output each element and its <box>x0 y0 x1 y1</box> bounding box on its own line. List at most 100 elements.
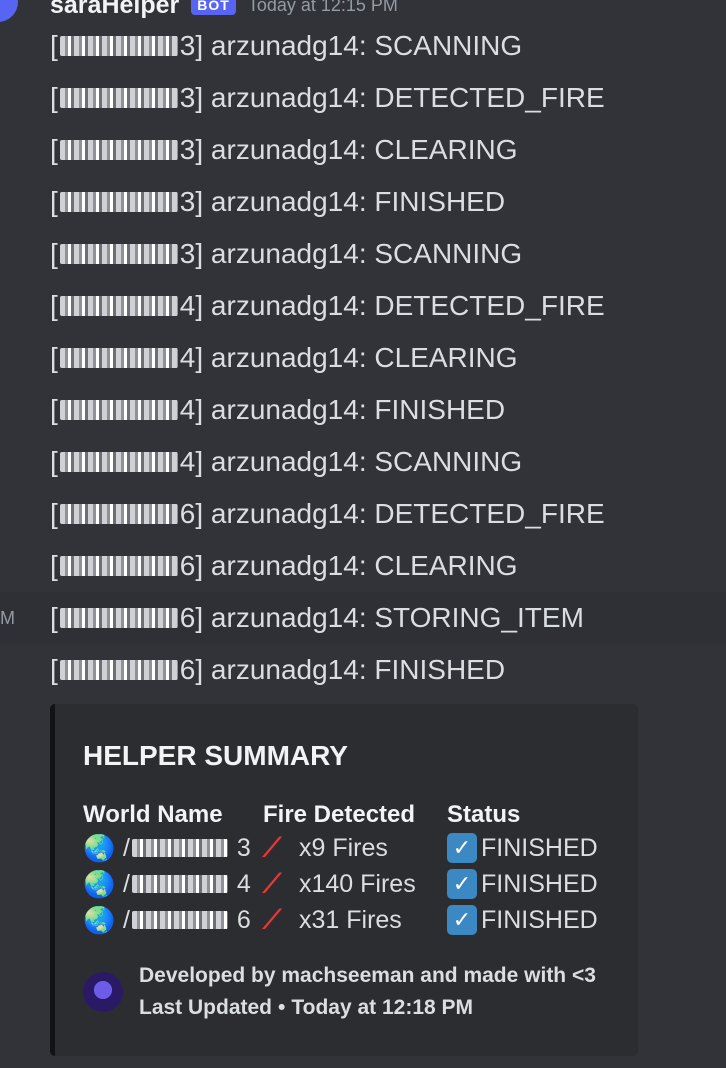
line-suffix: 6] <box>179 550 204 581</box>
footer-updated-time: Today at 12:18 PM <box>291 996 474 1019</box>
message-line: [6] arzunadg14: CLEARING <box>0 540 726 592</box>
line-text: arzunadg14: STORING_ITEM <box>210 602 584 633</box>
world-row: 🌏/ 3 <box>83 830 251 866</box>
message-line: [3] arzunadg14: FINISHED <box>0 176 726 228</box>
line-bracket-open: [ <box>50 82 58 113</box>
line-suffix: 3] <box>179 134 204 165</box>
line-text: arzunadg14: CLEARING <box>210 134 518 165</box>
redacted-text <box>59 88 178 108</box>
footer-updated: Last Updated • Today at 12:18 PM <box>139 996 596 1020</box>
hover-timestamp: M <box>0 607 15 628</box>
line-suffix: 3] <box>179 186 204 217</box>
line-text: arzunadg14: SCANNING <box>210 30 523 61</box>
check-box-icon: ✓ <box>447 905 477 935</box>
check-box-icon: ✓ <box>447 869 477 899</box>
line-bracket-open: [ <box>50 30 58 61</box>
world-row: 🌏/ 4 <box>83 866 251 902</box>
message-line: [6] arzunadg14: DETECTED_FIRE <box>0 488 726 540</box>
field-fire-detected: Fire Detected ⟋ x9 Fires ⟋ x140 Fires ⟋ x31… <box>263 800 416 938</box>
fire-extinguisher-icon: ⟋ <box>263 904 282 934</box>
world-suffix: 6 <box>236 905 251 934</box>
footer-credit: Developed by machseeman and made with <3 <box>139 964 596 987</box>
field-world-name: World Name 🌏/ 3 🌏/ 4 🌏/ 6 <box>83 800 251 938</box>
world-row: 🌏/ 6 <box>83 902 251 938</box>
redacted-text <box>59 660 178 680</box>
line-suffix: 3] <box>179 30 204 61</box>
fire-extinguisher-icon: ⟋ <box>263 868 282 898</box>
field-status: Status ✓ FINISHED ✓ FINISHED ✓ FINISHED <box>447 800 598 938</box>
status-text: FINISHED <box>481 905 598 934</box>
status-text: FINISHED <box>481 869 598 898</box>
world-prefix: / <box>123 833 130 862</box>
message-line: [3] arzunadg14: CLEARING <box>0 124 726 176</box>
author-name[interactable]: saraHelper <box>50 0 179 20</box>
column-header-status: Status <box>447 801 521 828</box>
author-avatar[interactable] <box>0 0 18 22</box>
status-row: ✓ FINISHED <box>447 830 598 866</box>
status-text: FINISHED <box>481 833 598 862</box>
redacted-text <box>59 348 178 368</box>
world-prefix: / <box>123 869 130 898</box>
line-bracket-open: [ <box>50 186 58 217</box>
column-header-fire: Fire Detected <box>263 801 416 828</box>
footer-updated-label: Last Updated <box>139 996 273 1019</box>
message-line: [4] arzunadg14: CLEARING <box>0 332 726 384</box>
globe-icon: 🌏 <box>83 832 116 863</box>
globe-icon: 🌏 <box>83 868 116 899</box>
world-suffix: 4 <box>236 869 251 898</box>
line-bracket-open: [ <box>50 654 58 685</box>
line-suffix: 4] <box>179 394 204 425</box>
line-bracket-open: [ <box>50 446 58 477</box>
message-line: [4] arzunadg14: FINISHED <box>0 384 726 436</box>
message-line-hovered[interactable]: M [6] arzunadg14: STORING_ITEM <box>0 592 726 644</box>
line-text: arzunadg14: CLEARING <box>210 342 518 373</box>
line-bracket-open: [ <box>50 134 58 165</box>
line-bracket-open: [ <box>50 498 58 529</box>
fire-count: x140 Fires <box>299 869 416 898</box>
summary-embed: HELPER SUMMARY World Name 🌏/ 3 🌏/ 4 🌏/ 6… <box>50 704 638 1056</box>
line-text: arzunadg14: CLEARING <box>210 550 518 581</box>
message-line: [4] arzunadg14: SCANNING <box>0 436 726 488</box>
line-text: arzunadg14: DETECTED_FIRE <box>210 82 605 113</box>
redacted-text <box>131 839 228 857</box>
line-text: arzunadg14: SCANNING <box>210 446 523 477</box>
redacted-text <box>59 296 178 316</box>
line-text: arzunadg14: SCANNING <box>210 238 523 269</box>
line-text: arzunadg14: FINISHED <box>210 394 506 425</box>
line-bracket-open: [ <box>50 290 58 321</box>
line-suffix: 4] <box>179 290 204 321</box>
embed-footer: Developed by machseeman and made with <3… <box>83 964 596 1020</box>
globe-icon: 🌏 <box>83 904 116 935</box>
line-suffix: 3] <box>179 82 204 113</box>
line-bracket-open: [ <box>50 550 58 581</box>
line-suffix: 3] <box>179 238 204 269</box>
fire-row: ⟋ x9 Fires <box>263 830 416 866</box>
redacted-text <box>131 875 228 893</box>
redacted-text <box>59 244 178 264</box>
redacted-text <box>59 504 178 524</box>
line-suffix: 6] <box>179 602 204 633</box>
message-header: saraHelper BOT Today at 12:15 PM <box>50 0 398 20</box>
redacted-text <box>59 556 178 576</box>
status-row: ✓ FINISHED <box>447 902 598 938</box>
line-suffix: 4] <box>179 446 204 477</box>
footer-avatar <box>83 972 123 1012</box>
embed-title: HELPER SUMMARY <box>83 740 348 771</box>
world-suffix: 3 <box>236 833 251 862</box>
message-line: [3] arzunadg14: DETECTED_FIRE <box>0 72 726 124</box>
column-header-world: World Name <box>83 801 223 828</box>
line-bracket-open: [ <box>50 602 58 633</box>
redacted-text <box>59 400 178 420</box>
fire-row: ⟋ x31 Fires <box>263 902 416 938</box>
redacted-text <box>59 608 178 628</box>
fire-count: x31 Fires <box>299 905 402 934</box>
status-row: ✓ FINISHED <box>447 866 598 902</box>
footer-separator: • <box>278 996 286 1019</box>
line-text: arzunadg14: FINISHED <box>210 186 506 217</box>
line-suffix: 6] <box>179 654 204 685</box>
line-text: arzunadg14: DETECTED_FIRE <box>210 290 605 321</box>
message-lines: [3] arzunadg14: SCANNING [3] arzunadg14:… <box>0 20 726 696</box>
message-timestamp[interactable]: Today at 12:15 PM <box>248 0 398 16</box>
redacted-text <box>59 192 178 212</box>
footer-text: Developed by machseeman and made with <3… <box>139 964 596 1020</box>
